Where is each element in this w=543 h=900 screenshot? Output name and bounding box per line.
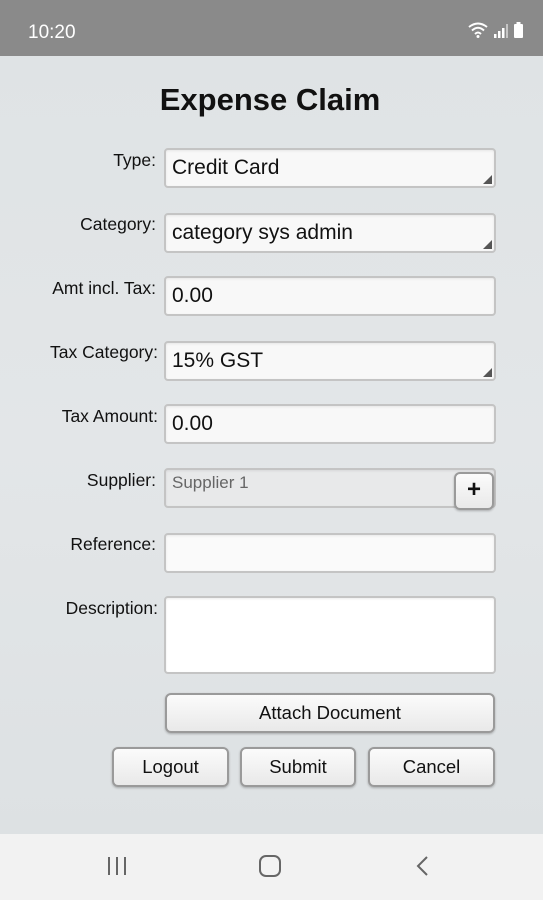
type-select[interactable]: Credit Card — [164, 148, 496, 188]
supplier-label: Supplier: — [86, 470, 156, 490]
supplier-field[interactable]: Supplier 1 — [164, 468, 496, 508]
tax-category-select[interactable]: 15% GST — [164, 341, 496, 381]
category-value: category sys admin — [172, 221, 353, 244]
logout-button[interactable]: Logout — [112, 747, 229, 787]
status-bar: 10:20 — [0, 0, 543, 56]
reference-input[interactable] — [164, 533, 496, 573]
battery-icon — [514, 22, 523, 38]
add-supplier-button[interactable]: + — [454, 472, 494, 510]
home-icon[interactable] — [258, 855, 282, 877]
tax-category-label: Tax Category: — [50, 342, 158, 362]
page-title: Expense Claim — [159, 82, 381, 117]
submit-button[interactable]: Submit — [240, 747, 356, 787]
signal-icon — [494, 24, 508, 38]
expense-form: Expense Claim Type: Credit Card Category… — [0, 56, 543, 834]
tax-amount-input[interactable]: 0.00 — [164, 404, 496, 444]
description-label: Description: — [65, 598, 158, 618]
category-label: Category: — [80, 214, 156, 234]
amount-label: Amt incl. Tax: — [52, 278, 156, 298]
reference-label: Reference: — [70, 534, 156, 554]
amount-value: 0.00 — [172, 284, 213, 307]
category-select[interactable]: category sys admin — [164, 213, 496, 253]
recent-apps-icon[interactable] — [106, 856, 128, 876]
attach-document-button[interactable]: Attach Document — [165, 693, 495, 733]
cancel-button[interactable]: Cancel — [368, 747, 495, 787]
supplier-value: Supplier 1 — [172, 473, 249, 492]
description-input[interactable] — [164, 596, 496, 674]
navigation-bar — [0, 834, 543, 900]
status-icons — [468, 22, 523, 38]
status-time: 10:20 — [28, 22, 76, 43]
type-value: Credit Card — [172, 156, 280, 179]
tax-category-value: 15% GST — [172, 349, 264, 372]
amount-input[interactable]: 0.00 — [164, 276, 496, 316]
tax-amount-label: Tax Amount: — [61, 406, 158, 426]
wifi-icon — [468, 22, 488, 38]
tax-amount-value: 0.00 — [172, 412, 213, 435]
type-label: Type: — [113, 150, 156, 170]
back-icon[interactable] — [414, 855, 430, 877]
